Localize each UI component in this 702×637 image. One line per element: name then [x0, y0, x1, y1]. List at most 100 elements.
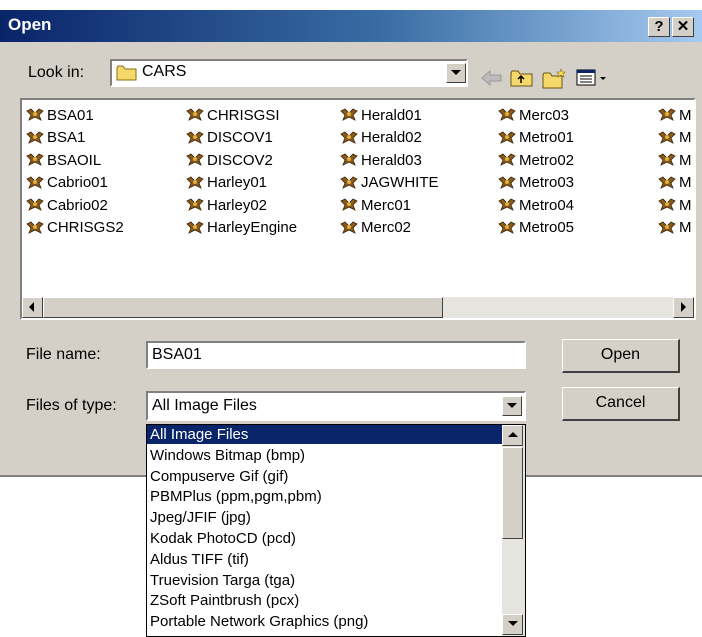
- file-item[interactable]: DISCOV1: [186, 127, 273, 149]
- file-item[interactable]: Merc03: [498, 104, 569, 126]
- vertical-scroll-thumb[interactable]: [502, 447, 523, 539]
- new-folder-icon[interactable]: [542, 68, 568, 90]
- scroll-down-button[interactable]: [502, 614, 523, 635]
- file-item-label: Cabrio01: [47, 174, 108, 191]
- arrow-down-icon: [507, 621, 518, 626]
- horizontal-scrollbar[interactable]: [22, 297, 694, 318]
- file-item[interactable]: Metro01: [498, 127, 574, 149]
- file-item-label: Metro04: [519, 196, 575, 214]
- file-icon: [340, 108, 358, 121]
- file-item[interactable]: Cabrio01: [26, 172, 108, 194]
- file-item[interactable]: Harley01: [186, 172, 267, 194]
- file-item[interactable]: Metro02: [498, 149, 574, 171]
- file-type-option[interactable]: ZSoft Paintbrush (pcx): [147, 591, 505, 610]
- file-icon: [498, 108, 516, 121]
- file-item[interactable]: M: [658, 104, 692, 126]
- file-item-label: DISCOV2: [207, 151, 273, 169]
- file-type-option[interactable]: Portable Network Graphics (png): [147, 612, 505, 631]
- file-type-option[interactable]: PBMPlus (ppm,pgm,pbm): [147, 487, 505, 506]
- file-item[interactable]: BSA01: [26, 104, 94, 126]
- file-icon: [26, 153, 44, 166]
- file-type-option[interactable]: Kodak PhotoCD (pcd): [147, 529, 505, 548]
- file-icon: [498, 221, 516, 234]
- file-item[interactable]: DISCOV2: [186, 149, 273, 171]
- file-type-combo[interactable]: All Image Files: [146, 391, 526, 421]
- file-item[interactable]: Harley02: [186, 194, 267, 216]
- look-in-dropdown-button[interactable]: [446, 63, 466, 83]
- file-item[interactable]: BSAOIL: [26, 149, 101, 171]
- look-in-combo[interactable]: CARS: [110, 59, 468, 87]
- file-icon: [658, 153, 676, 166]
- file-item[interactable]: Herald03: [340, 149, 422, 171]
- file-list[interactable]: BSA01 BSA1 BSAOIL Cabrio01 Cabrio02 CHRISGS2 C…: [20, 98, 696, 320]
- file-type-option[interactable]: Jpeg/JFIF (jpg): [147, 508, 505, 527]
- file-icon: [186, 176, 204, 189]
- file-item[interactable]: M: [658, 127, 692, 149]
- file-name-input[interactable]: BSA01: [146, 341, 526, 369]
- file-type-option[interactable]: Aldus TIFF (tif): [147, 550, 505, 569]
- file-item-label: Metro02: [519, 151, 575, 169]
- file-item[interactable]: M: [658, 172, 692, 194]
- file-item[interactable]: BSA1: [26, 127, 85, 149]
- file-item-label: M: [679, 196, 692, 214]
- file-item[interactable]: Merc02: [340, 217, 411, 239]
- file-item[interactable]: Herald02: [340, 127, 422, 149]
- file-item[interactable]: M: [658, 194, 692, 216]
- file-type-dropdown-list[interactable]: All Image Files Windows Bitmap (bmp) Compu…: [146, 424, 526, 637]
- file-item[interactable]: CHRISGSI: [186, 104, 280, 126]
- file-item-label: Herald01: [361, 106, 422, 124]
- file-item[interactable]: Metro05: [498, 217, 574, 239]
- file-icon: [658, 176, 676, 189]
- open-button[interactable]: Open: [562, 339, 680, 373]
- file-item[interactable]: JAGWHITE: [340, 172, 439, 194]
- file-item-label: Merc03: [519, 106, 570, 124]
- scroll-up-button[interactable]: [502, 425, 523, 446]
- file-type-option[interactable]: All Image Files: [147, 425, 505, 444]
- file-icon: [658, 198, 676, 211]
- close-button[interactable]: ✕: [672, 17, 694, 37]
- up-folder-icon[interactable]: [510, 68, 534, 88]
- window-title: Open: [8, 15, 52, 34]
- cancel-button[interactable]: Cancel: [562, 387, 680, 421]
- file-icon: [658, 108, 676, 121]
- file-item[interactable]: HarleyEngine: [186, 217, 297, 239]
- file-icon: [186, 108, 204, 121]
- file-icon: [26, 176, 44, 189]
- file-item[interactable]: Merc01: [340, 194, 411, 216]
- file-icon: [498, 198, 516, 211]
- file-icon: [658, 221, 676, 234]
- scroll-left-button[interactable]: [22, 297, 43, 318]
- help-button[interactable]: ?: [648, 17, 670, 37]
- file-item[interactable]: M: [658, 149, 692, 171]
- view-menu-icon[interactable]: [576, 68, 610, 88]
- open-dialog: Open ? ✕ Look in: CARS BSA01 BSA1 BSAOIL…: [0, 10, 702, 477]
- file-item-label: BSA1: [47, 129, 86, 146]
- look-in-label: Look in:: [28, 64, 85, 81]
- file-item-label: M: [679, 151, 692, 169]
- file-type-option[interactable]: Truevision Targa (tga): [147, 571, 505, 590]
- horizontal-scroll-thumb[interactable]: [43, 297, 443, 318]
- file-item[interactable]: M: [658, 217, 692, 239]
- file-item-label: Metro01: [519, 129, 575, 146]
- file-type-label: Files of type:: [26, 397, 117, 414]
- file-item[interactable]: CHRISGS2: [26, 217, 124, 239]
- file-icon: [186, 153, 204, 166]
- file-item[interactable]: Metro03: [498, 172, 574, 194]
- file-item-label: M: [679, 174, 692, 191]
- file-type-option[interactable]: Windows Bitmap (bmp): [147, 446, 505, 465]
- file-item[interactable]: Herald01: [340, 104, 422, 126]
- file-item[interactable]: Cabrio02: [26, 194, 108, 216]
- file-item-label: HarleyEngine: [207, 219, 298, 236]
- arrow-right-icon: [681, 302, 686, 312]
- file-item[interactable]: Metro04: [498, 194, 574, 216]
- background-window-strip: [0, 0, 702, 10]
- arrow-left-icon: [29, 302, 34, 312]
- scroll-right-button[interactable]: [673, 297, 694, 318]
- arrow-up-icon: [507, 432, 518, 437]
- file-type-option[interactable]: Compuserve Gif (gif): [147, 467, 505, 486]
- title-bar[interactable]: Open ? ✕: [0, 10, 702, 42]
- vertical-scrollbar[interactable]: [502, 425, 525, 636]
- file-item-label: BSAOIL: [47, 151, 102, 169]
- file-type-dropdown-button[interactable]: [502, 396, 522, 416]
- back-arrow-icon[interactable]: [480, 68, 504, 88]
